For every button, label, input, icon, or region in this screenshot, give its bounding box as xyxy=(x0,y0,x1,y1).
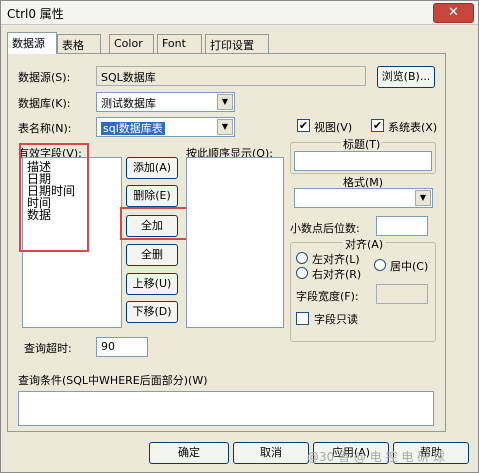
query-textarea[interactable] xyxy=(18,391,434,426)
tab-datasource[interactable]: 数据源 xyxy=(7,32,57,54)
cancel-button[interactable]: 取消 xyxy=(233,442,309,464)
delete-all-button[interactable]: 全删 xyxy=(126,244,178,266)
close-button[interactable]: ✕ xyxy=(433,3,474,23)
highlight-box xyxy=(120,207,190,240)
timeout-input[interactable]: 90 xyxy=(96,337,148,357)
datasource-panel: 数据源(S): SQL数据库 浏览(B)... 数据库(K): 测试数据库 ▼ … xyxy=(7,53,446,432)
browse-button[interactable]: 浏览(B)... xyxy=(377,66,435,88)
align-group-label: 对齐(A) xyxy=(343,236,386,252)
properties-dialog: Ctrl0 属性 ✕ 数据源 表格 Color Font 打印设置 数据源(S)… xyxy=(0,0,479,473)
tab-color[interactable]: Color xyxy=(109,34,154,53)
move-up-button[interactable]: 上移(U) xyxy=(126,273,178,295)
close-icon: ✕ xyxy=(448,5,459,20)
watermark: @30 香 @ 电 控 电 研 球 xyxy=(307,450,445,464)
add-button[interactable]: 添加(A) xyxy=(126,157,178,179)
order-display-list[interactable] xyxy=(186,157,284,328)
align-right-label: 右对齐(R) xyxy=(312,268,362,281)
query-label: 查询条件(SQL中WHERE后面部分)(W) xyxy=(18,374,208,387)
delete-button[interactable]: 删除(E) xyxy=(126,185,178,207)
tab-font[interactable]: Font xyxy=(157,34,202,53)
highlight-box xyxy=(19,143,89,252)
readonly-checkbox[interactable] xyxy=(296,312,309,325)
title-group-label: 标题(T) xyxy=(341,136,383,152)
chevron-down-icon[interactable]: ▼ xyxy=(415,190,431,206)
field-width-label: 字段宽度(F): xyxy=(296,290,359,303)
chevron-down-icon[interactable]: ▼ xyxy=(217,94,233,110)
align-left-label: 左对齐(L) xyxy=(312,253,360,266)
tab-table[interactable]: 表格 xyxy=(57,34,101,53)
tab-print-settings[interactable]: 打印设置 xyxy=(205,34,269,53)
format-select[interactable]: ▼ xyxy=(294,188,433,208)
timeout-label: 查询超时: xyxy=(24,342,72,355)
view-label: 视图(V) xyxy=(314,121,353,134)
system-table-checkbox[interactable]: ✔ xyxy=(371,119,384,132)
view-checkbox[interactable]: ✔ xyxy=(297,119,310,132)
title-input[interactable] xyxy=(294,151,432,171)
database-label: 数据库(K): xyxy=(18,97,71,110)
database-select[interactable]: 测试数据库 ▼ xyxy=(96,92,235,112)
align-center-radio[interactable] xyxy=(374,259,386,271)
table-name-label: 表名称(N): xyxy=(18,122,72,135)
datasource-field: SQL数据库 xyxy=(96,66,366,86)
decimal-label: 小数点后位数: xyxy=(290,222,360,235)
system-table-label: 系统表(X) xyxy=(388,121,438,134)
table-name-value: sql数据库表 xyxy=(101,122,165,135)
window-title: Ctrl0 属性 xyxy=(7,7,64,21)
table-name-select[interactable]: sql数据库表 ▼ xyxy=(96,117,235,137)
field-width-input[interactable] xyxy=(376,284,428,304)
move-down-button[interactable]: 下移(D) xyxy=(126,301,178,323)
decimal-input[interactable] xyxy=(376,216,428,236)
chevron-down-icon[interactable]: ▼ xyxy=(217,119,233,135)
align-center-label: 居中(C) xyxy=(390,260,429,273)
database-value: 测试数据库 xyxy=(101,97,156,110)
align-right-radio[interactable] xyxy=(296,267,308,279)
align-left-radio[interactable] xyxy=(296,252,308,264)
ok-button[interactable]: 确定 xyxy=(149,442,229,464)
readonly-label: 字段只读 xyxy=(314,313,358,326)
check-icon: ✔ xyxy=(298,119,309,132)
check-icon: ✔ xyxy=(372,119,383,132)
title-bar: Ctrl0 属性 ✕ xyxy=(1,1,478,25)
datasource-label: 数据源(S): xyxy=(18,71,71,84)
